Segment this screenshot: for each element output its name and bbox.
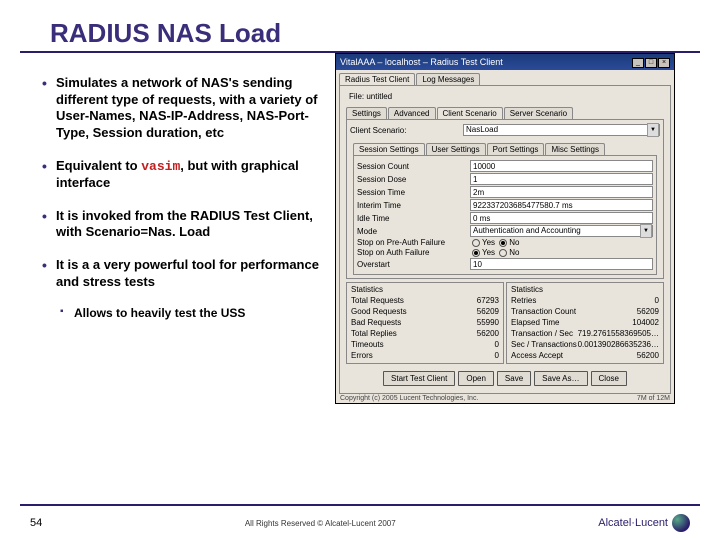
start-button[interactable]: Start Test Client	[383, 371, 455, 386]
tab-settings[interactable]: Settings	[346, 107, 387, 119]
preauth-yes-radio[interactable]	[472, 239, 480, 247]
button-row: Start Test Client Open Save Save As… Clo…	[343, 367, 667, 390]
open-button[interactable]: Open	[458, 371, 494, 386]
save-button[interactable]: Save	[497, 371, 531, 386]
tab-radius-client[interactable]: Radius Test Client	[339, 73, 415, 85]
scenario-select[interactable]: NasLoad	[463, 124, 660, 136]
tab-session-settings[interactable]: Session Settings	[353, 143, 425, 155]
app-copyright: Copyright (c) 2005 Lucent Technologies, …	[340, 395, 478, 402]
close-icon[interactable]: ×	[658, 58, 670, 68]
scenario-tabs: Settings Advanced Client Scenario Server…	[343, 104, 667, 119]
maximize-icon[interactable]: □	[645, 58, 657, 68]
settings-tabs: Session Settings User Settings Port Sett…	[350, 140, 660, 155]
saveas-button[interactable]: Save As…	[534, 371, 587, 386]
page-number: 54	[30, 517, 42, 529]
scenario-label: Client Scenario:	[350, 126, 460, 135]
brand-logo: Alcatel·Lucent	[598, 514, 690, 532]
code-vasim: vasim	[141, 159, 180, 174]
app-window: VitalAAA – localhost – Radius Test Clien…	[335, 53, 675, 404]
overstart-input[interactable]: 10	[470, 258, 653, 270]
bullet-1: Simulates a network of NAS's sending dif…	[42, 75, 327, 142]
session-time-input[interactable]: 2m	[470, 186, 653, 198]
screenshot-panel: VitalAAA – localhost – Radius Test Clien…	[335, 53, 720, 540]
mem-label: 7M of 12M	[637, 395, 670, 402]
slide-footer: 54 All Rights Reserved © Alcatel-Lucent …	[20, 504, 700, 540]
tab-user-settings[interactable]: User Settings	[426, 143, 486, 155]
tab-port-settings[interactable]: Port Settings	[487, 143, 545, 155]
session-settings-panel: Session Count10000 Session Dose1 Session…	[353, 155, 657, 275]
stats-left: Statistics Total Requests67293 Good Requ…	[346, 282, 504, 364]
mode-select[interactable]: Authentication and Accounting	[470, 225, 653, 237]
auth-no-radio[interactable]	[499, 249, 507, 257]
window-controls[interactable]: _□×	[631, 56, 670, 68]
preauth-no-radio[interactable]	[499, 239, 507, 247]
session-count-input[interactable]: 10000	[470, 160, 653, 172]
footer-copyright: All Rights Reserved © Alcatel-Lucent 200…	[245, 519, 396, 528]
bullet-3: It is invoked from the RADIUS Test Clien…	[42, 208, 327, 241]
titlebar: VitalAAA – localhost – Radius Test Clien…	[336, 54, 674, 70]
minimize-icon[interactable]: _	[632, 58, 644, 68]
page-title: RADIUS NAS Load	[20, 0, 700, 53]
bullet-4: It is a a very powerful tool for perform…	[42, 257, 327, 290]
file-label: File: untitled	[343, 89, 667, 104]
stats-right: Statistics Retries0 Transaction Count562…	[506, 282, 664, 364]
bullet-4-sub: Allows to heavily test the USS	[60, 306, 327, 321]
logo-icon	[672, 514, 690, 532]
session-dose-input[interactable]: 1	[470, 173, 653, 185]
bullet-list: Simulates a network of NAS's sending dif…	[0, 53, 335, 540]
bullet-2: Equivalent to vasim, but with graphical …	[42, 158, 327, 192]
tab-log-messages[interactable]: Log Messages	[416, 73, 480, 85]
tab-server-scenario[interactable]: Server Scenario	[504, 107, 573, 119]
idle-time-input[interactable]: 0 ms	[470, 212, 653, 224]
tab-advanced[interactable]: Advanced	[388, 107, 436, 119]
tab-misc-settings[interactable]: Misc Settings	[545, 143, 605, 155]
close-button[interactable]: Close	[591, 371, 627, 386]
main-tabs: Radius Test Client Log Messages	[336, 70, 674, 85]
tab-client-scenario[interactable]: Client Scenario	[437, 107, 503, 119]
interim-time-input[interactable]: 922337203685477580.7 ms	[470, 199, 653, 211]
auth-yes-radio[interactable]	[472, 249, 480, 257]
window-title: VitalAAA – localhost – Radius Test Clien…	[340, 57, 503, 67]
